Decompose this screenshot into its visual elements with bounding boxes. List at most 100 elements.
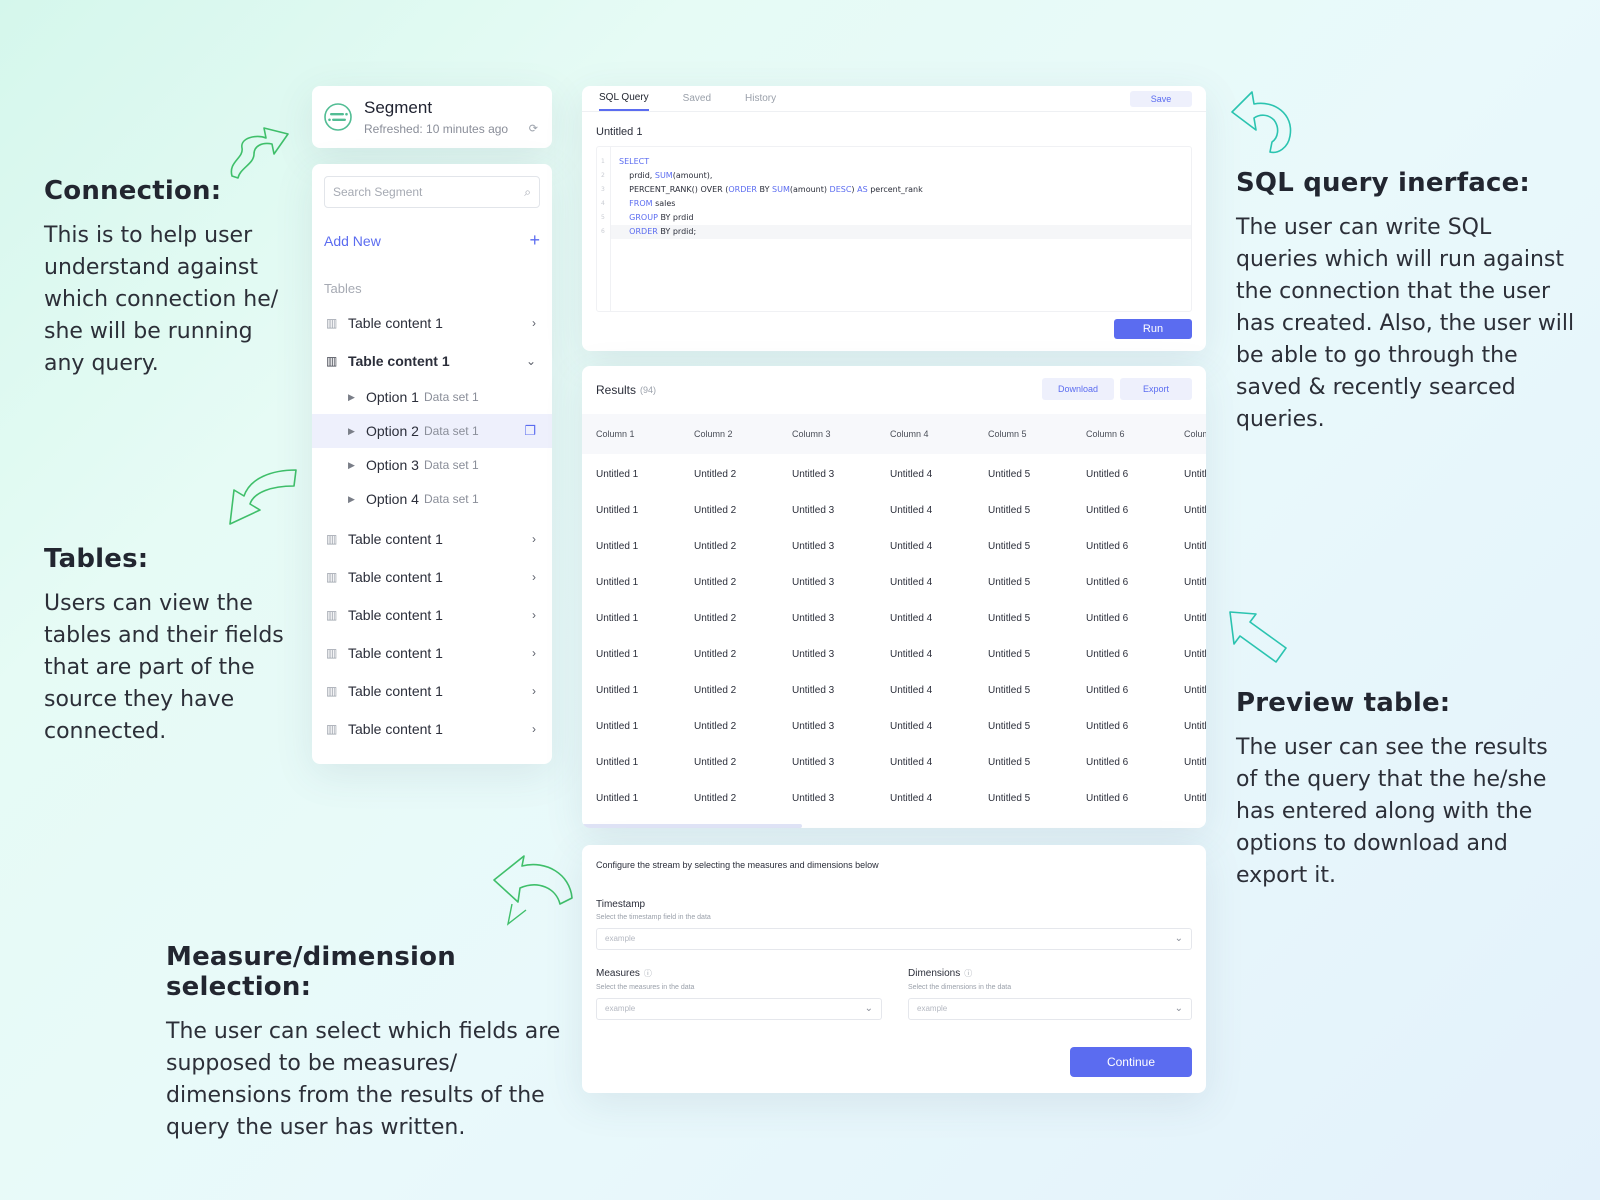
tab-history[interactable]: History	[745, 87, 776, 110]
table-cell: Untitled 6	[1086, 540, 1129, 552]
column-header[interactable]: Column 4	[876, 429, 974, 439]
table-row[interactable]: Untitled 1 Untitled 2 Untitled 3 Untitled 4…	[582, 636, 1206, 672]
table-cell: Untitled 3	[792, 684, 835, 696]
table-cell: Untitled 3	[792, 612, 835, 624]
info-icon: ⓘ	[643, 969, 652, 978]
table-cell: Untitled 7	[1184, 684, 1206, 696]
table-cell: Untitled 4	[890, 504, 933, 516]
table-cell: Untitled 1	[596, 540, 639, 552]
table-label: Table content 1	[348, 645, 443, 661]
annotation-title: Preview table:	[1236, 688, 1451, 718]
code-text: SELECT	[611, 155, 649, 169]
option-row[interactable]: ▶ Option 4 Data set 1	[312, 482, 552, 516]
table-row[interactable]: ▥ Table content 1 ›	[312, 304, 552, 342]
export-button[interactable]: Export	[1120, 378, 1192, 400]
table-cell: Untitled 5	[988, 684, 1031, 696]
connection-card[interactable]: Segment Refreshed: 10 minutes ago ⟳	[312, 86, 552, 148]
table-row[interactable]: ▥ Table content 1 ›	[312, 558, 552, 596]
continue-button[interactable]: Continue	[1070, 1047, 1192, 1077]
table-row[interactable]: Untitled 1 Untitled 2 Untitled 3 Untitled 4…	[582, 708, 1206, 744]
table-row[interactable]: ▥ Table content 1 ›	[312, 520, 552, 558]
sql-keyword: GROUP	[629, 213, 658, 222]
table-icon: ▥	[326, 608, 338, 622]
annotation-text: Users can view the tables and their fiel…	[44, 591, 284, 744]
caret-right-icon: ▶	[348, 391, 355, 402]
table-cell: Untitled 6	[1086, 720, 1129, 732]
option-row-selected[interactable]: ▶ Option 2 Data set 1 ❐	[312, 414, 552, 448]
table-icon: ▥	[326, 316, 338, 330]
sql-token: BY	[757, 185, 773, 194]
option-label: Option 2	[366, 423, 419, 439]
chevron-down-icon: ⌄	[864, 1003, 873, 1014]
option-row[interactable]: ▶ Option 3 Data set 1	[312, 448, 552, 482]
timestamp-select[interactable]: example ⌄	[596, 928, 1192, 950]
table-row[interactable]: Untitled 1 Untitled 2 Untitled 3 Untitled 4…	[582, 564, 1206, 600]
horizontal-scrollbar[interactable]	[582, 824, 802, 828]
table-icon: ▥	[326, 684, 338, 698]
annotation-preview: Preview table: The user can see the resu…	[1236, 688, 1566, 892]
table-icon: ▥	[326, 646, 338, 660]
dimensions-hint: Select the dimensions in the data	[908, 984, 1012, 991]
table-cell: Untitled 3	[792, 756, 835, 768]
table-row[interactable]: Untitled 1 Untitled 2 Untitled 3 Untitled 4…	[582, 780, 1206, 816]
table-cell: Untitled 6	[1086, 792, 1129, 804]
query-title[interactable]: Untitled 1	[596, 126, 1206, 138]
table-row[interactable]: Untitled 1 Untitled 2 Untitled 3 Untitled 4…	[582, 672, 1206, 708]
chevron-right-icon: ›	[532, 316, 536, 330]
column-header[interactable]: Column 2	[680, 429, 778, 439]
code-text: PERCENT_RANK() OVER (ORDER BY SUM(amount…	[611, 183, 923, 197]
table-row[interactable]: Untitled 1 Untitled 2 Untitled 3 Untitled 4…	[582, 456, 1206, 492]
dimensions-select[interactable]: example ⌄	[908, 998, 1192, 1020]
code-line[interactable]: 6 ORDER BY prdid;	[601, 225, 1191, 239]
option-label: Option 4	[366, 491, 419, 507]
code-line[interactable]: 3 PERCENT_RANK() OVER (ORDER BY SUM(amou…	[601, 183, 1191, 197]
code-text: FROM sales	[611, 197, 675, 211]
tables-section-label: Tables	[324, 281, 362, 296]
measures-select[interactable]: example ⌄	[596, 998, 882, 1020]
table-cell: Untitled 4	[890, 648, 933, 660]
table-row-expanded[interactable]: ▥ Table content 1 ⌄	[312, 342, 552, 380]
sql-token: prdid,	[619, 171, 655, 180]
table-row[interactable]: Untitled 1 Untitled 2 Untitled 3 Untitled 4…	[582, 600, 1206, 636]
table-cell: Untitled 3	[792, 648, 835, 660]
annotation-text: The user can write SQL queries which wil…	[1236, 215, 1575, 432]
table-row[interactable]: Untitled 1 Untitled 2 Untitled 3 Untitled 4…	[582, 492, 1206, 528]
table-row[interactable]: Untitled 1 Untitled 2 Untitled 3 Untitled 4…	[582, 744, 1206, 780]
column-header[interactable]: Column 3	[778, 429, 876, 439]
table-row[interactable]: Untitled 1 Untitled 2 Untitled 3 Untitled 4…	[582, 528, 1206, 564]
save-button[interactable]: Save	[1130, 91, 1192, 107]
option-dataset: Data set 1	[423, 424, 479, 438]
table-cell: Untitled 7	[1184, 612, 1206, 624]
code-line[interactable]: 4 FROM sales	[601, 197, 1191, 211]
code-line[interactable]: 5 GROUP BY prdid	[601, 211, 1191, 225]
column-header[interactable]: Column 6	[1072, 429, 1170, 439]
table-row[interactable]: ▥ Table content 1 ›	[312, 596, 552, 634]
sql-keyword: DESC	[829, 185, 852, 194]
search-input[interactable]: Search Segment ⌕	[324, 176, 540, 208]
tab-sql-query[interactable]: SQL Query	[599, 86, 649, 111]
connection-name: Segment	[364, 98, 433, 117]
table-row[interactable]: ▥ Table content 1 ›	[312, 672, 552, 710]
run-button[interactable]: Run	[1114, 319, 1192, 339]
column-header[interactable]: Column 7	[1170, 429, 1206, 439]
code-line[interactable]: 2 prdid, SUM(amount),	[601, 169, 1191, 183]
column-header[interactable]: Column 5	[974, 429, 1072, 439]
code-line[interactable]: 1 SELECT	[601, 155, 1191, 169]
add-new-label: Add New	[324, 232, 381, 249]
timestamp-placeholder: example	[605, 934, 636, 943]
sql-token: PERCENT_RANK() OVER (	[619, 185, 729, 194]
table-cell: Untitled 3	[792, 792, 835, 804]
table-cell: Untitled 6	[1086, 576, 1129, 588]
tab-saved[interactable]: Saved	[683, 87, 711, 110]
copy-icon[interactable]: ❐	[524, 423, 536, 439]
table-row[interactable]: ▥ Table content 1 ›	[312, 710, 552, 748]
add-new-button[interactable]: Add New +	[324, 230, 540, 251]
option-row[interactable]: ▶ Option 1 Data set 1	[312, 380, 552, 414]
sql-editor[interactable]: 1 SELECT 2 prdid, SUM(amount), 3 PERCENT_RA…	[596, 146, 1192, 312]
code-area[interactable]: 1 SELECT 2 prdid, SUM(amount), 3 PERCENT_RA…	[601, 155, 1191, 239]
column-header[interactable]: Column 1	[582, 429, 680, 439]
download-button[interactable]: Download	[1042, 378, 1114, 400]
table-row[interactable]: ▥ Table content 1 ›	[312, 634, 552, 672]
chevron-right-icon: ›	[532, 608, 536, 622]
refresh-icon[interactable]: ⟳	[529, 122, 538, 135]
